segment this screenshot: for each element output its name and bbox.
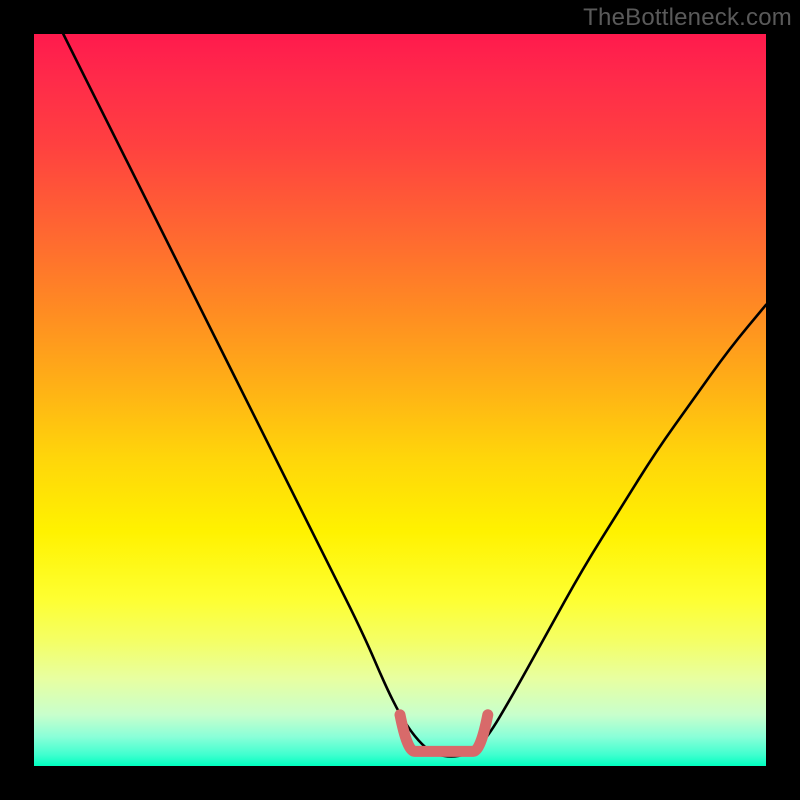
bottleneck-curve (63, 34, 766, 757)
chart-frame: TheBottleneck.com (0, 0, 800, 800)
curve-overlay (34, 34, 766, 766)
watermark-text: TheBottleneck.com (583, 4, 792, 32)
